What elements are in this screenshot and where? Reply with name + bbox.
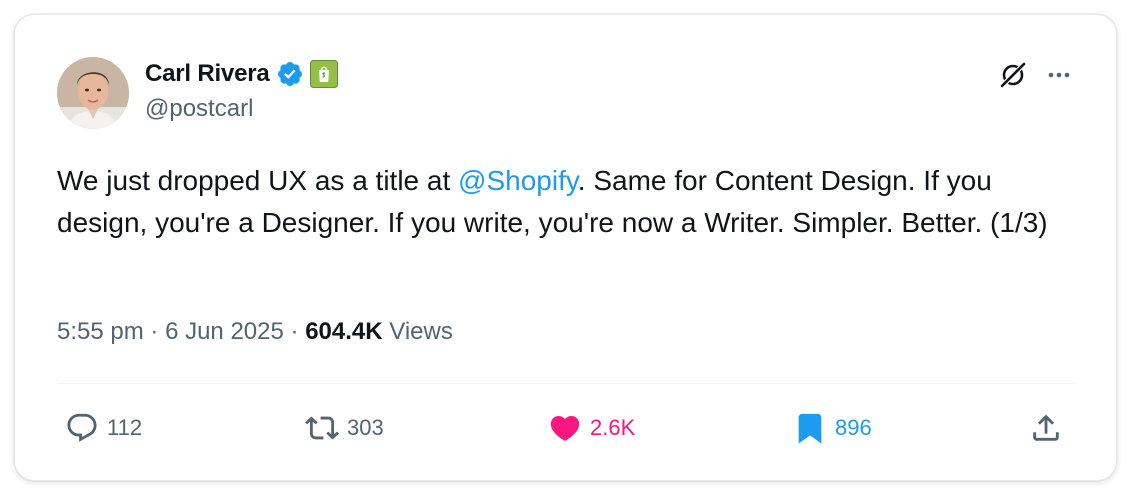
verified-badge-icon[interactable]: [276, 60, 304, 88]
tweet-meta: 5:55 pm · 6 Jun 2025 · 604.4K Views: [57, 318, 453, 346]
bookmark-count: 896: [835, 415, 872, 440]
tweet-date[interactable]: 6 Jun 2025: [165, 318, 284, 345]
retweet-button[interactable]: 303: [305, 410, 384, 446]
tweet-time[interactable]: 5:55 pm: [57, 318, 144, 345]
avatar[interactable]: [57, 57, 129, 129]
meta-separator: ·: [150, 318, 159, 345]
bookmark-button[interactable]: 896: [793, 410, 872, 446]
author-display-name[interactable]: Carl Rivera: [145, 60, 270, 88]
stage: Carl Rivera @postcarl We just dropped UX…: [0, 0, 1132, 504]
retweet-count: 303: [347, 415, 384, 440]
author-handle[interactable]: @postcarl: [145, 95, 253, 123]
bookmark-icon: [793, 411, 827, 445]
reply-icon: [65, 411, 99, 445]
heart-icon: [548, 411, 582, 445]
views-label: Views: [389, 318, 453, 345]
tweet-card[interactable]: Carl Rivera @postcarl We just dropped UX…: [14, 14, 1117, 481]
share-icon: [1029, 411, 1063, 445]
retweet-icon: [305, 411, 339, 445]
like-count: 2.6K: [590, 415, 636, 440]
like-button[interactable]: 2.6K: [548, 410, 635, 446]
tweet-text: We just dropped UX as a title at @Shopif…: [57, 160, 1087, 244]
tweet-text-before-mention: We just dropped UX as a title at: [57, 165, 459, 196]
mention-link[interactable]: @Shopify: [458, 165, 578, 196]
divider: [57, 383, 1077, 384]
shopify-bag-icon[interactable]: [309, 60, 338, 88]
author-name-row: Carl Rivera: [145, 59, 338, 89]
share-button[interactable]: [1029, 410, 1063, 446]
reply-count: 112: [107, 415, 143, 440]
reply-button[interactable]: 112: [65, 410, 142, 446]
meta-separator: ·: [290, 318, 299, 345]
views-count: 604.4K: [305, 318, 383, 345]
grok-icon[interactable]: [997, 59, 1029, 91]
more-icon[interactable]: [1043, 59, 1075, 91]
